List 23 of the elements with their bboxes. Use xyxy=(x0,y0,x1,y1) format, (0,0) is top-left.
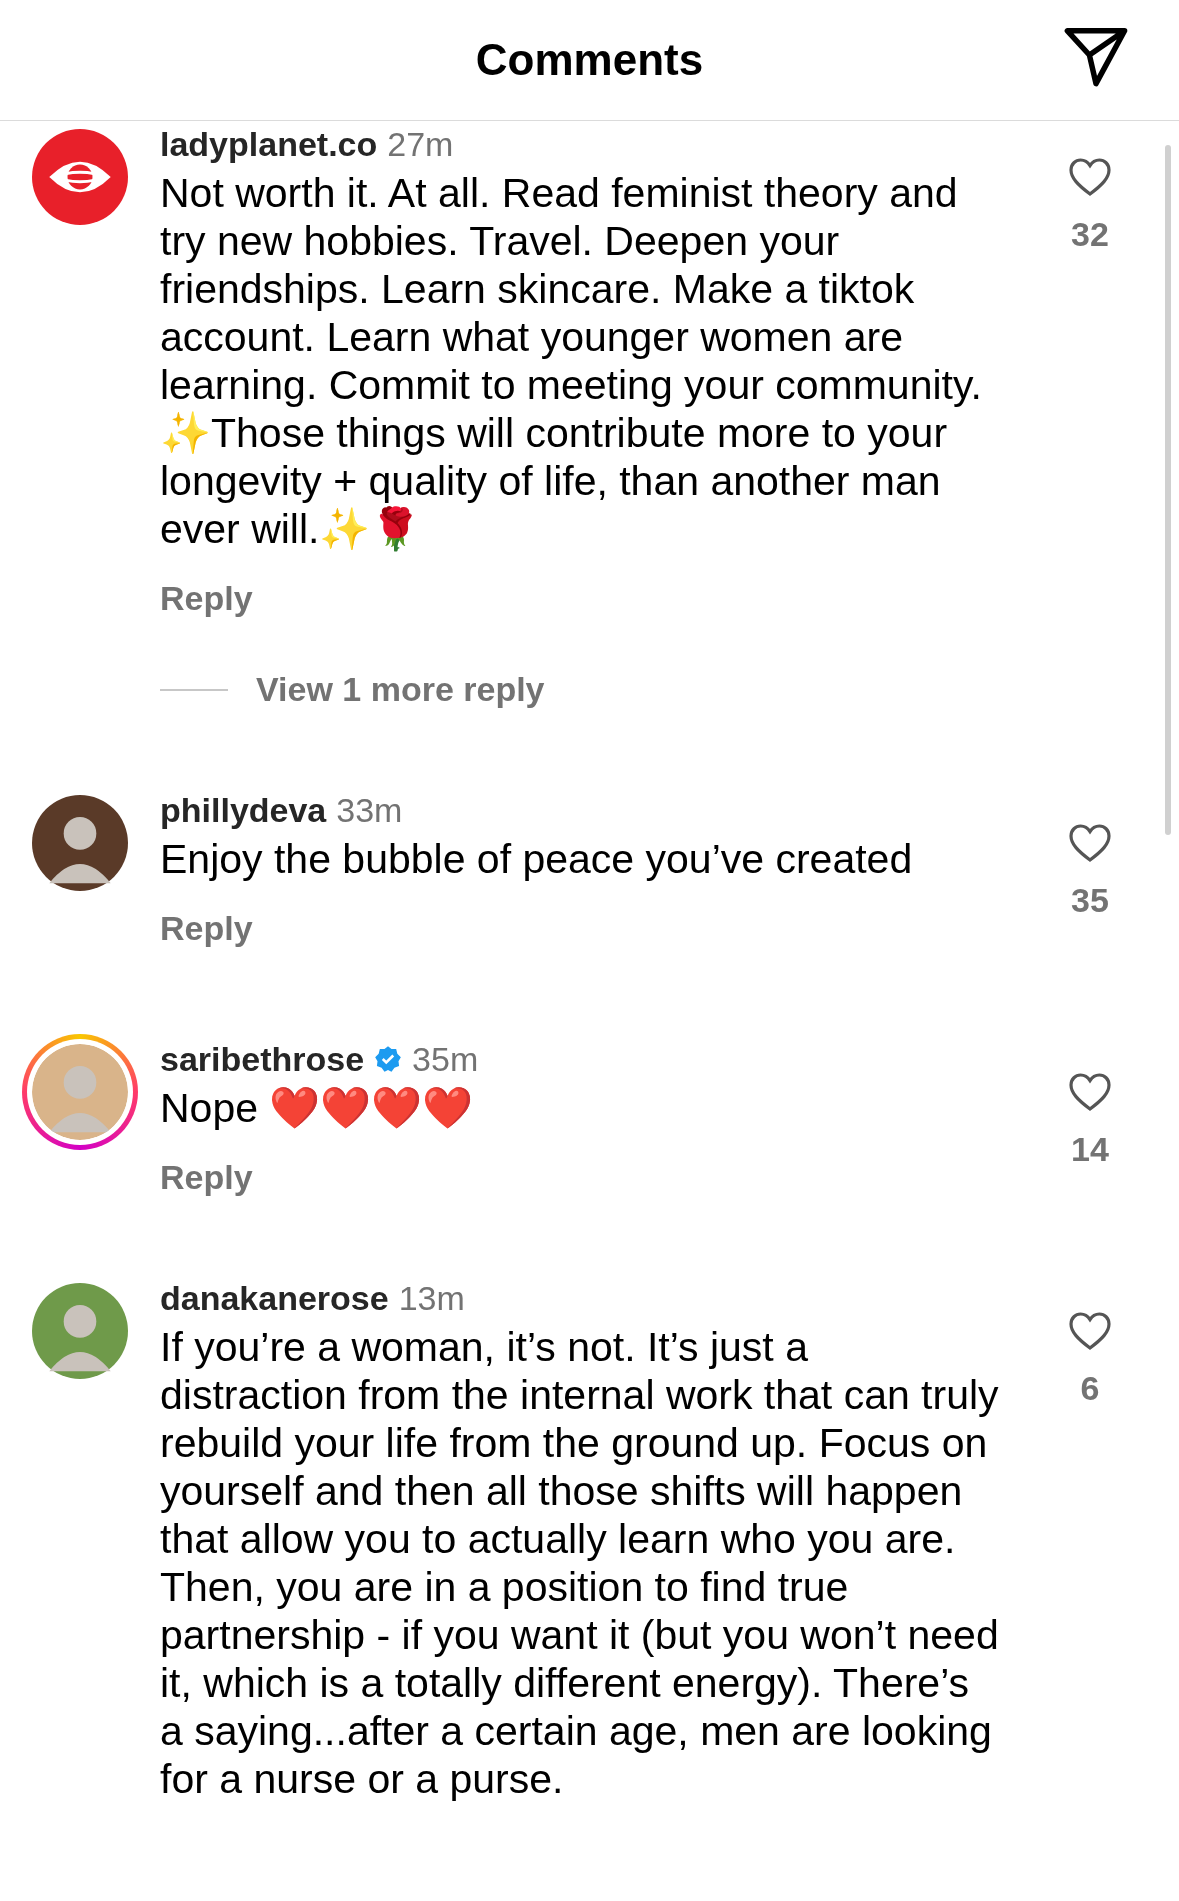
username[interactable]: danakanerose xyxy=(160,1278,389,1318)
reply-link[interactable]: Reply xyxy=(160,1158,253,1197)
comment-text: Nope ❤❤❤❤ xyxy=(160,1084,475,1132)
avatar-icon[interactable] xyxy=(32,795,128,891)
username[interactable]: saribethrose xyxy=(160,1039,365,1079)
timestamp: 33m xyxy=(336,790,403,830)
comment-text: Enjoy the bubble of peace you’ve created xyxy=(160,835,914,883)
view-replies-link[interactable]: View 1 more reply xyxy=(256,670,545,709)
like-count: 32 xyxy=(1071,215,1109,254)
eye-logo-icon[interactable] xyxy=(32,129,128,225)
timestamp: 35m xyxy=(412,1039,479,1079)
reply-link[interactable]: Reply xyxy=(160,909,253,948)
timestamp: 13m xyxy=(398,1278,465,1318)
header-title: Comments xyxy=(475,35,704,85)
comment-text: If you’re a woman, it’s not. It’s just a distraction from the internal work that can truly rebuild your life from the ground up. Focus on yourself and then all those shifts will happen that allow you to actually learn who you are. Then, you are in a position to find true partnership - if you want it (but you won’t need it, which is a totally different energy). There’s a saying...after a certain age, men are looking for a nurse or a purse. xyxy=(160,1323,1000,1803)
like-count: 14 xyxy=(1071,1130,1109,1169)
username[interactable]: ladyplanet.co xyxy=(160,124,378,164)
like-count: 35 xyxy=(1071,881,1109,920)
reply-link[interactable]: Reply xyxy=(160,579,253,618)
like-count: 6 xyxy=(1080,1369,1100,1408)
timestamp: 27m xyxy=(387,124,454,164)
comment-text: Not worth it. At all. Read feminist theory and try new hobbies. Travel. Deepen your friendships. Learn skincare. Make a tiktok account. Learn what younger women are learning. Commit to meeting your community. ✨Those things will contribute more to your longevity + quality of life, than another man ever will.✨🌹 xyxy=(160,169,983,553)
username[interactable]: phillydeva xyxy=(160,790,327,830)
